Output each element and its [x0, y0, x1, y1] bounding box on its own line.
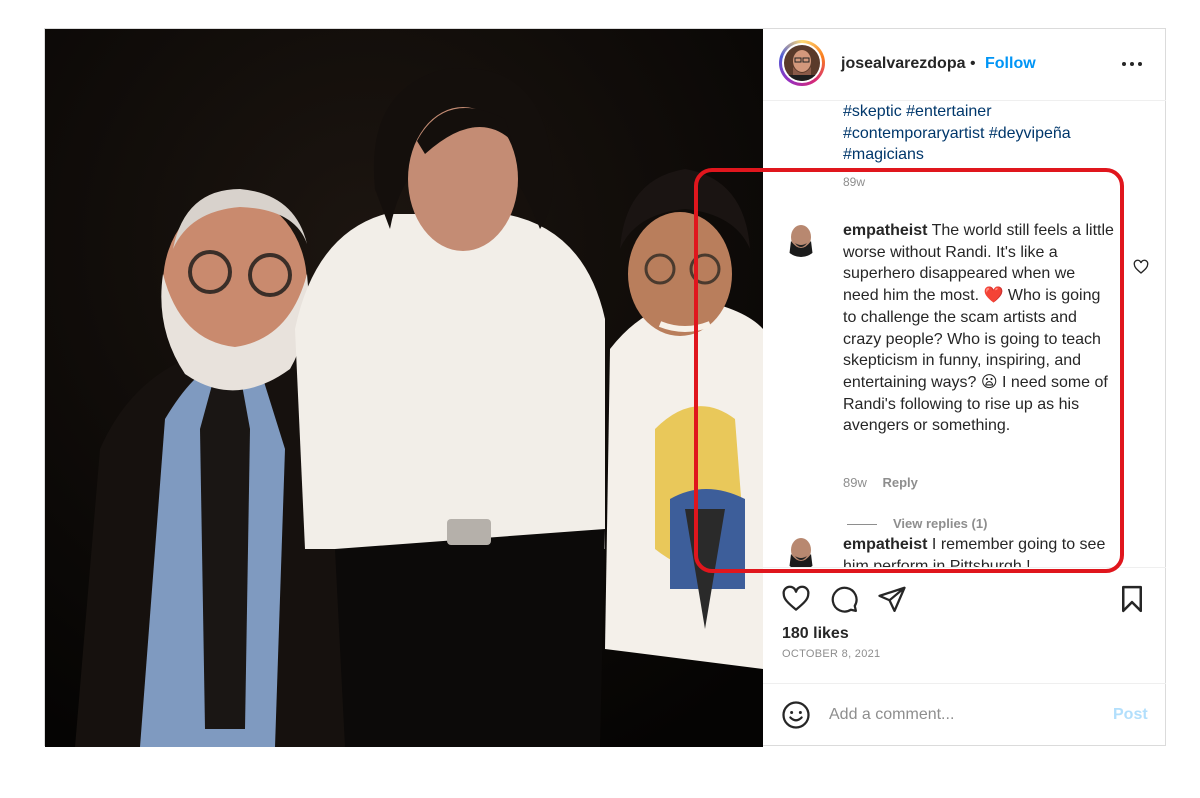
add-comment-bar: Post — [763, 683, 1166, 745]
like-comment-heart-icon[interactable] — [1133, 259, 1149, 275]
comment-meta: 89w Reply — [843, 475, 930, 490]
comment-username[interactable]: empatheist — [843, 222, 927, 239]
caption-hashtags: #skeptic #entertainer #contemporaryartis… — [843, 101, 1123, 166]
hashtag-line[interactable]: #magicians — [843, 144, 1123, 166]
commenter-avatar[interactable] — [783, 221, 819, 257]
separator-dot: • — [970, 55, 976, 72]
post-actions: 180 likes OCTOBER 8, 2021 — [763, 567, 1166, 683]
caption-age: 89w — [843, 175, 866, 189]
photo-of-three-men — [45, 29, 763, 747]
instagram-post: josealvarezdopa • Follow #skeptic #enter… — [44, 28, 1166, 747]
comment-input[interactable] — [829, 702, 1089, 728]
view-replies-button[interactable]: View replies (1) — [847, 516, 987, 531]
follow-button[interactable]: Follow — [985, 55, 1036, 73]
post-header: josealvarezdopa • Follow — [763, 29, 1166, 101]
likes-count[interactable]: 180 likes — [782, 625, 849, 643]
author-avatar-image — [784, 45, 820, 81]
comment-username[interactable]: empatheist — [843, 536, 927, 553]
divider-line — [847, 524, 877, 526]
author-avatar[interactable] — [779, 40, 825, 86]
like-heart-icon[interactable] — [781, 584, 811, 614]
reply-button[interactable]: Reply — [882, 475, 917, 490]
comments-list[interactable]: #skeptic #entertainer #contemporaryartis… — [763, 101, 1166, 567]
post-date: OCTOBER 8, 2021 — [782, 648, 881, 660]
post-side-panel: josealvarezdopa • Follow #skeptic #enter… — [763, 29, 1166, 745]
save-bookmark-icon[interactable] — [1117, 584, 1147, 614]
heart-emoji: ❤️ — [983, 287, 1004, 305]
emoji-smiley-icon[interactable] — [781, 700, 811, 730]
commenter-avatar[interactable] — [783, 534, 819, 567]
author-username[interactable]: josealvarezdopa — [841, 55, 966, 73]
more-horizontal-icon[interactable] — [1117, 51, 1147, 75]
share-send-icon[interactable] — [877, 584, 907, 614]
post-photo — [45, 29, 763, 747]
hashtag-line[interactable]: #skeptic #entertainer — [843, 101, 1123, 123]
comment-icon[interactable] — [829, 584, 859, 614]
comment-age: 89w — [843, 475, 867, 490]
frowning-emoji: 😦 — [980, 373, 998, 391]
hashtag-line[interactable]: #contemporaryartist #deyvipeña — [843, 123, 1123, 145]
post-comment-button[interactable]: Post — [1113, 706, 1148, 724]
comment-text: empatheist I remember going to see him p… — [843, 534, 1115, 567]
comment-text: empatheist The world still feels a littl… — [843, 220, 1115, 437]
